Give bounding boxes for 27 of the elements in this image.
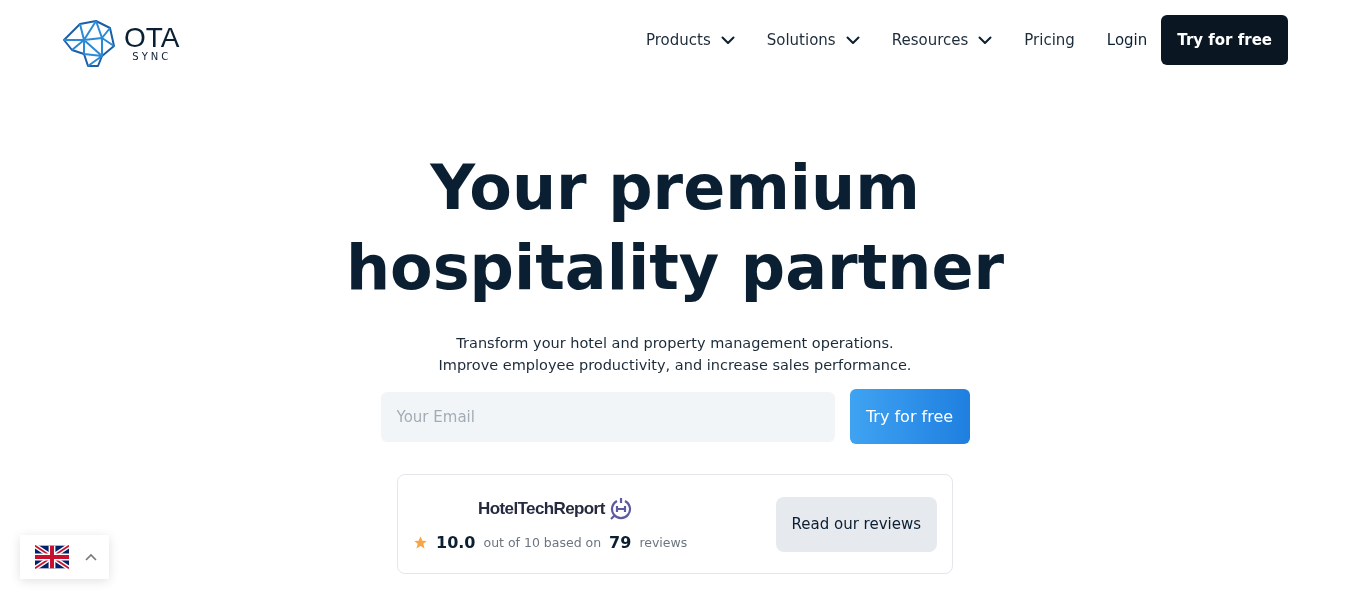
- logo-tagline: SYNC: [132, 50, 172, 62]
- chevron-up-icon: [85, 553, 97, 561]
- nav-dropdown[interactable]: Solutions: [766, 31, 860, 49]
- star-icon: [413, 534, 428, 550]
- rating-score: 10.0: [436, 532, 476, 552]
- hero-title: Your premium: [429, 150, 921, 226]
- rating-text: out of 10 based on: [483, 534, 602, 550]
- try-free-button[interactable]: Try for free: [1161, 15, 1288, 65]
- review-count: 79: [609, 532, 632, 552]
- hero-subtitle: Improve employee productivity, and increase sales performance.: [438, 356, 912, 375]
- review-label: reviews: [639, 534, 688, 550]
- chevron-down-icon: [978, 35, 993, 45]
- flag-icon: [35, 545, 69, 569]
- nav-dropdown[interactable]: Products: [645, 31, 735, 49]
- read-reviews-button[interactable]: Read our reviews: [775, 496, 937, 552]
- hero-subtitle: Transform your hotel and property management operations.: [455, 334, 895, 353]
- brand-name: HotelTechReport: [478, 498, 605, 519]
- logo-name: OTA: [124, 24, 180, 51]
- email-field[interactable]: Your Email: [380, 391, 835, 442]
- hero-title: hospitality partner: [345, 230, 1005, 306]
- nav-link[interactable]: Pricing: [1024, 31, 1075, 49]
- language-selector[interactable]: [20, 535, 109, 579]
- chevron-down-icon: [720, 35, 735, 45]
- nav-dropdown[interactable]: Resources: [891, 31, 993, 49]
- login-link[interactable]: Login: [1106, 31, 1148, 49]
- chevron-down-icon: [845, 35, 860, 45]
- brand-icon: [608, 496, 633, 521]
